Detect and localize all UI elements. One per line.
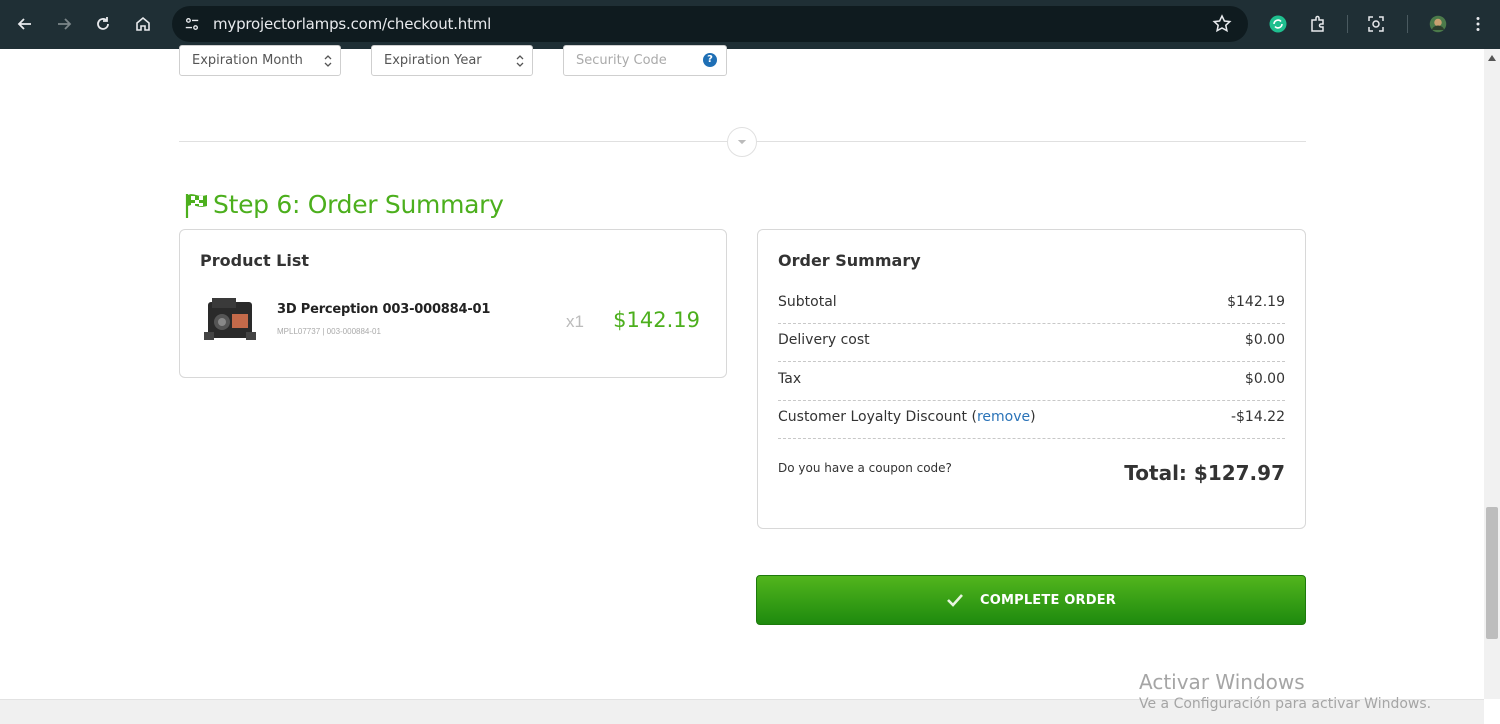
toolbar-separator [1407, 15, 1408, 33]
extension-sync-icon[interactable] [1266, 12, 1290, 36]
discount-value: -$14.22 [1230, 409, 1285, 425]
scrollbar-thumb[interactable] [1486, 507, 1498, 639]
order-summary-title: Order Summary [778, 251, 921, 270]
discount-label: Customer Loyalty Discount (remove) [778, 409, 1036, 425]
screenshot-icon[interactable] [1364, 12, 1388, 36]
url-text[interactable]: myprojectorlamps.com/checkout.html [213, 15, 491, 33]
subtotal-label: Subtotal [778, 294, 837, 310]
chevron-down-icon[interactable] [727, 127, 757, 157]
product-image[interactable] [202, 292, 260, 348]
back-icon[interactable] [13, 12, 37, 36]
tax-value: $0.00 [1244, 371, 1285, 387]
watermark-title: Activar Windows [1139, 670, 1305, 694]
product-list-card: Product List 3D Perception 003-000884-01… [179, 229, 727, 378]
toolbar-separator [1347, 15, 1348, 33]
summary-row-subtotal: Subtotal $142.19 [778, 286, 1285, 324]
select-arrows-icon [516, 55, 524, 67]
discount-label-text: Customer Loyalty Discount ( [778, 409, 977, 425]
bookmark-star-icon[interactable] [1212, 14, 1232, 34]
select-arrows-icon [324, 55, 332, 67]
site-info-icon[interactable] [182, 14, 202, 34]
complete-order-label: COMPLETE ORDER [979, 592, 1117, 608]
address-bar[interactable]: myprojectorlamps.com/checkout.html [172, 6, 1248, 42]
coupon-code-link[interactable]: Do you have a coupon code? [778, 461, 952, 475]
order-summary-card: Order Summary Subtotal $142.19 Delivery … [757, 229, 1306, 529]
summary-row-tax: Tax $0.00 [778, 363, 1285, 401]
discount-label-close: ) [1030, 409, 1036, 425]
expiration-month-value: Expiration Month [192, 53, 303, 68]
windows-activation-watermark: Activar Windows Ve a Configuración para … [1139, 670, 1431, 712]
checkered-flag-icon [185, 193, 207, 218]
step-heading: Step 6: Order Summary [183, 190, 504, 219]
expiration-year-value: Expiration Year [384, 53, 482, 68]
help-icon[interactable]: ? [703, 53, 717, 67]
expiration-month-select[interactable]: Expiration Month [179, 45, 341, 76]
subtotal-value: $142.19 [1227, 294, 1285, 310]
delivery-label: Delivery cost [778, 332, 870, 348]
scroll-up-icon[interactable] [1488, 55, 1496, 61]
page-title: Step 6: Order Summary [213, 190, 504, 219]
profile-avatar[interactable] [1426, 12, 1450, 36]
expiration-year-select[interactable]: Expiration Year [371, 45, 533, 76]
summary-row-discount: Customer Loyalty Discount (remove) -$14.… [778, 401, 1285, 439]
product-list-title: Product List [200, 251, 310, 270]
complete-order-button[interactable]: COMPLETE ORDER [756, 575, 1306, 625]
summary-row-delivery: Delivery cost $0.00 [778, 324, 1285, 362]
product-name[interactable]: 3D Perception 003-000884-01 [277, 302, 490, 317]
remove-discount-link[interactable]: remove [977, 409, 1030, 425]
browser-toolbar: myprojectorlamps.com/checkout.html [0, 0, 1500, 49]
extensions-puzzle-icon[interactable] [1306, 12, 1330, 36]
security-code-input[interactable]: Security Code ? [563, 45, 727, 76]
order-total: Total: $127.97 [1124, 461, 1285, 485]
security-code-placeholder: Security Code [576, 53, 667, 68]
home-icon[interactable] [131, 12, 155, 36]
forward-icon[interactable] [52, 12, 76, 36]
watermark-subtitle: Ve a Configuración para activar Windows. [1139, 696, 1432, 712]
delivery-value: $0.00 [1244, 332, 1285, 348]
product-sku: MPLL07737 | 003-000884-01 [277, 327, 381, 336]
checkmark-icon [947, 594, 963, 607]
tax-label: Tax [778, 371, 802, 387]
reload-icon[interactable] [91, 12, 115, 36]
menu-dots-icon[interactable] [1466, 12, 1490, 36]
page-scrollbar[interactable] [1484, 49, 1500, 699]
product-price: $142.19 [613, 308, 700, 332]
product-quantity: x1 [566, 312, 584, 331]
